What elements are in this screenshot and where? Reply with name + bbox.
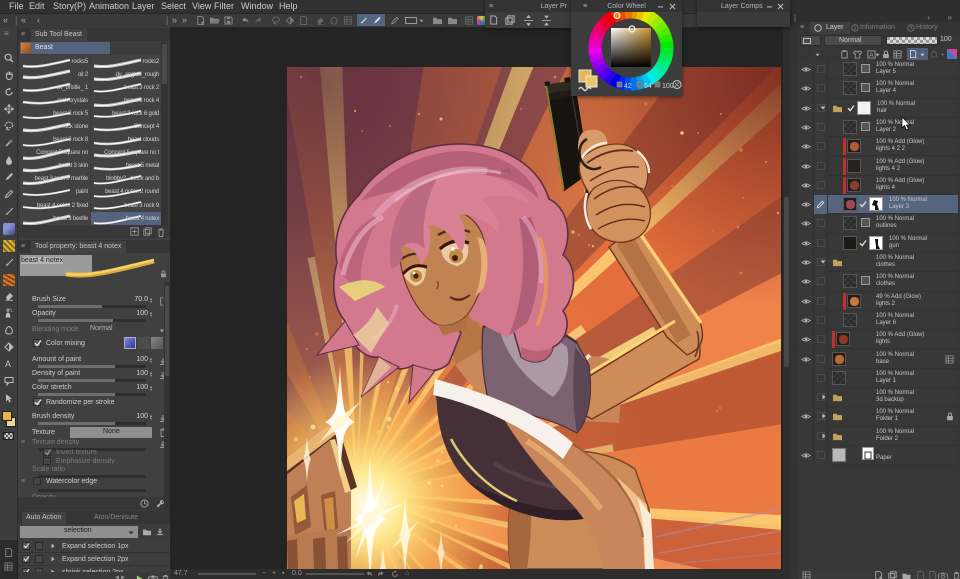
svg-text:42: 42: [624, 83, 632, 90]
svg-text:100: 100: [662, 83, 674, 90]
svg-text:64: 64: [644, 83, 652, 90]
